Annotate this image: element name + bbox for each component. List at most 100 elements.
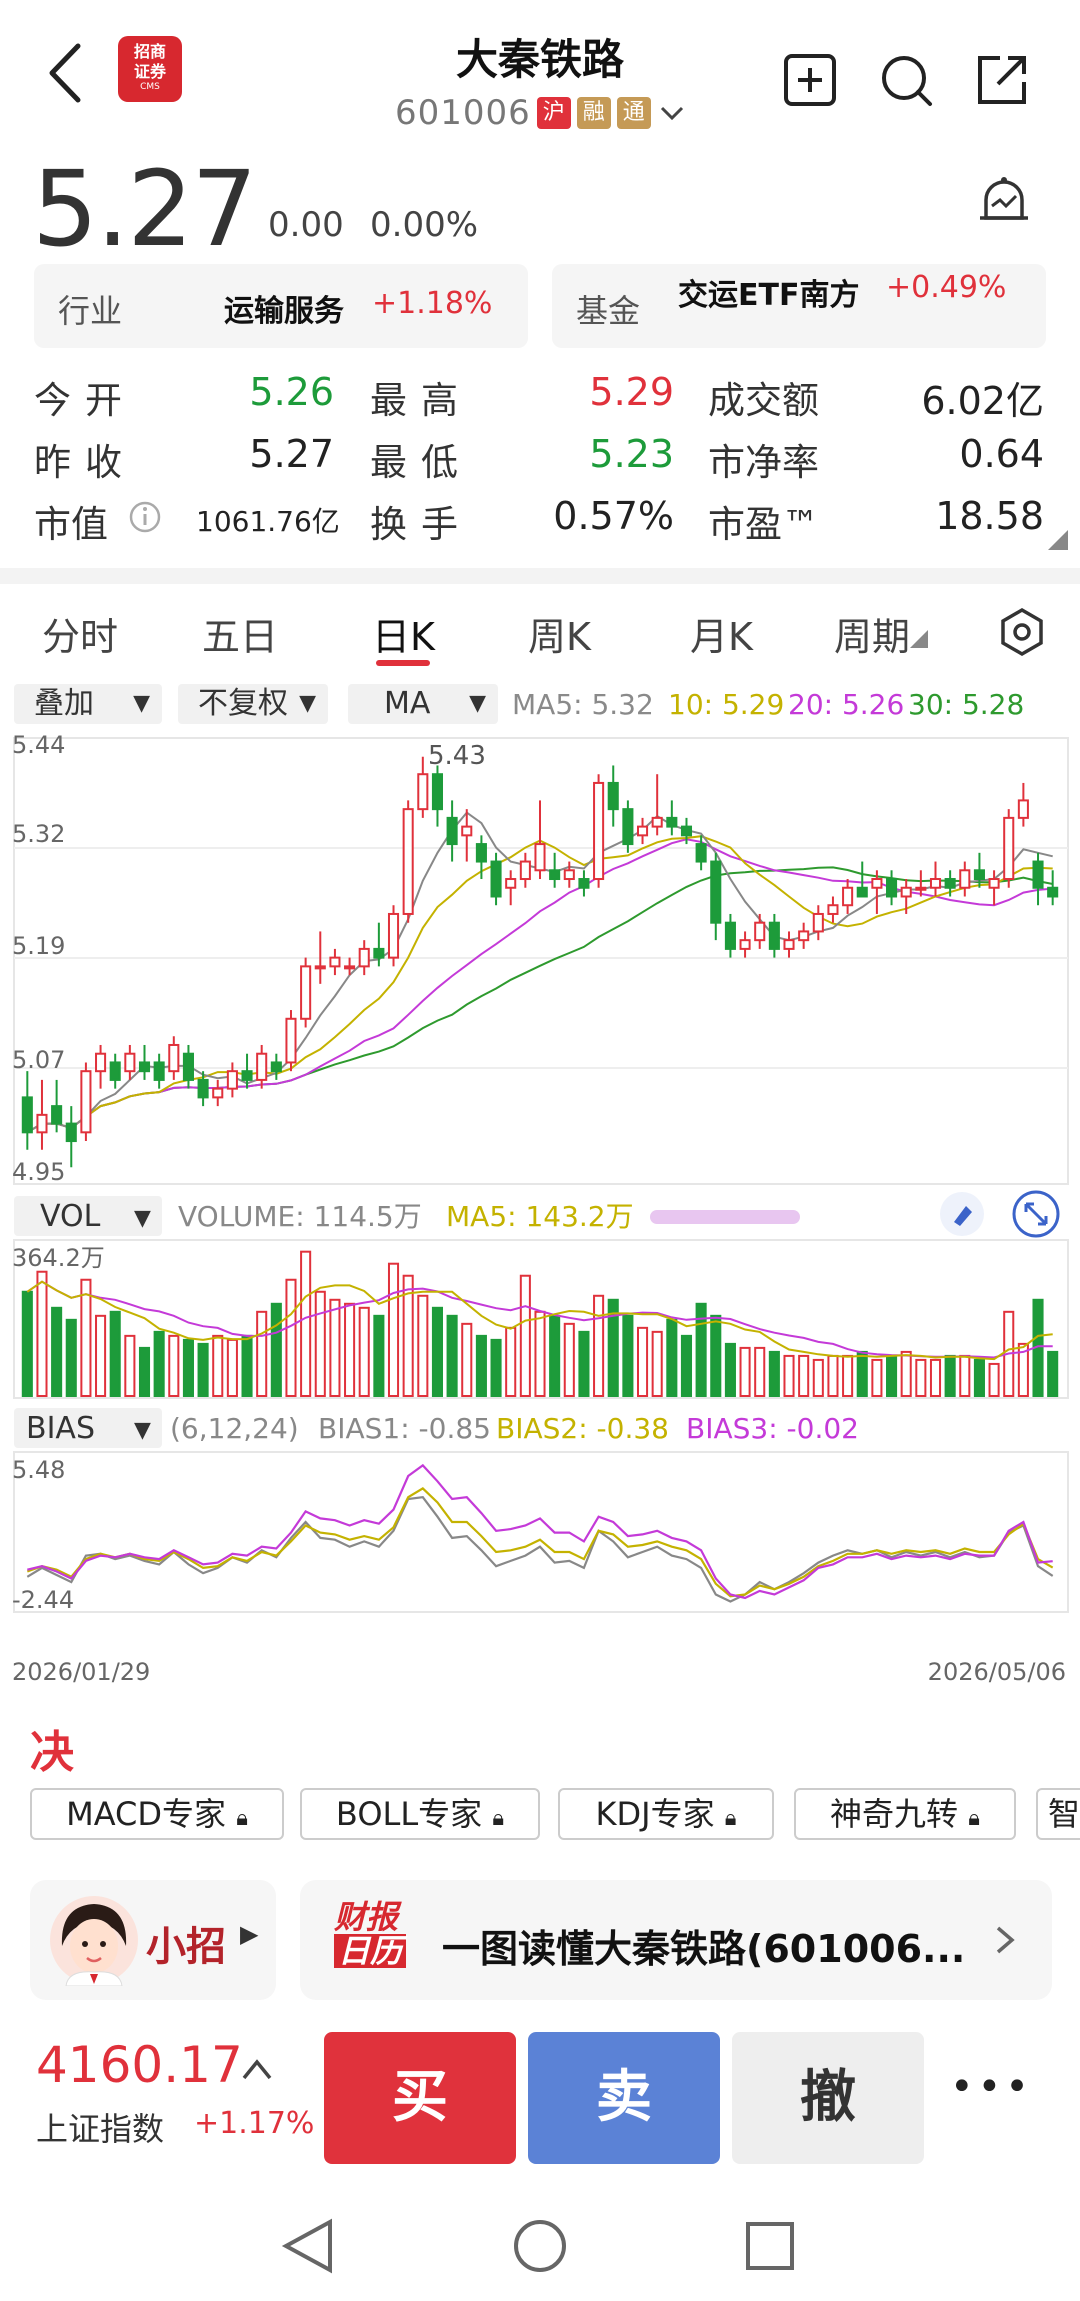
candle-body (431, 773, 444, 811)
tab-period[interactable]: 周期 (834, 606, 910, 661)
candle-body (622, 808, 634, 846)
divider (0, 568, 1080, 584)
candle-body (256, 1052, 268, 1081)
volume-bar (754, 1346, 766, 1398)
indicator-select[interactable]: MA ▼ (348, 684, 498, 724)
candle-body (446, 816, 458, 846)
search-icon[interactable] (874, 48, 938, 112)
tool-macd-label: MACD专家 (66, 1795, 227, 1833)
volume-bar (256, 1310, 268, 1398)
ma30-line (26, 866, 1053, 1134)
assistant-card[interactable]: 小招 ▶ (30, 1880, 276, 2000)
vol-ma5-readout: MA5: 143.2万 (446, 1200, 634, 1233)
candle-body (461, 825, 473, 837)
nav-home-icon[interactable] (514, 2220, 566, 2272)
add-watchlist-icon[interactable] (778, 48, 842, 112)
tab-daily-k[interactable]: 日K (372, 606, 435, 661)
buy-button[interactable]: 买 (324, 2032, 516, 2164)
fund-label: 基金 (576, 292, 641, 330)
volume-bar (51, 1306, 63, 1397)
volume-bar (109, 1310, 121, 1398)
adjust-select[interactable]: 不复权 ▼ (178, 684, 328, 724)
caret-down-icon: ▼ (469, 691, 486, 716)
nav-back-icon[interactable] (281, 2218, 332, 2274)
industry-pct: +1.18% (372, 286, 493, 321)
candle-body (1032, 860, 1044, 889)
candle-body (51, 1105, 63, 1125)
y-tick-1: 5.44 (12, 731, 65, 759)
industry-label: 行业 (58, 292, 123, 330)
volume-bar (197, 1342, 209, 1398)
tool-more-label: 智 (1048, 1795, 1080, 1833)
candle-body (680, 825, 693, 837)
share-icon[interactable] (970, 48, 1034, 112)
report-calendar-card[interactable]: 财报 日历 一图读懂大秦铁路(601006... (300, 1880, 1052, 2000)
tab-weekly-k[interactable]: 周K (528, 606, 591, 661)
mcap-value: 1061.76亿 (196, 505, 340, 538)
industry-card[interactable]: 行业 运输服务 +1.18% (34, 264, 528, 348)
stock-code-row[interactable]: 601006 沪 融 通 (395, 92, 687, 134)
tool-more[interactable]: 智 (1036, 1788, 1080, 1840)
price-alert-icon[interactable] (972, 172, 1036, 236)
candle-body (109, 1061, 121, 1081)
candle-body (373, 947, 385, 959)
lock-icon: 🔒︎ (236, 1806, 248, 1831)
volume-bar (285, 1278, 297, 1397)
candle-body (886, 878, 898, 898)
chevron-up-icon[interactable] (240, 2054, 274, 2084)
candle-body (929, 878, 942, 889)
more-button[interactable]: ••• (950, 2064, 1033, 2110)
candle-body (1003, 816, 1015, 881)
stock-code: 601006 (395, 93, 531, 133)
volume-bar (519, 1274, 531, 1397)
volume-bar (768, 1350, 780, 1397)
volume-bar (505, 1326, 517, 1398)
tool-td9[interactable]: 神奇九转 🔒︎ (794, 1788, 1016, 1840)
cancel-order-button[interactable]: 撤 (732, 2032, 924, 2164)
high-label: 最高 (370, 379, 472, 422)
tool-td9-label: 神奇九转 (830, 1795, 959, 1833)
tab-five-day[interactable]: 五日 (202, 606, 278, 661)
candle-body (593, 781, 605, 881)
vol-ma10-redacted (650, 1210, 800, 1224)
volume-bar (944, 1354, 956, 1397)
candle-body (636, 825, 649, 837)
overlay-select[interactable]: 叠加 ▼ (14, 684, 162, 724)
caret-down-icon: ▼ (133, 691, 150, 716)
volume-bar (95, 1314, 107, 1398)
adjust-label: 不复权 (198, 686, 288, 721)
assistant-avatar (50, 1896, 138, 1986)
tag-connect: 通 (616, 97, 651, 129)
chevron-down-icon[interactable] (657, 98, 687, 128)
volume-bar (153, 1330, 165, 1398)
volume-bar (739, 1346, 751, 1398)
tool-kdj[interactable]: KDJ专家 🔒︎ (558, 1788, 774, 1840)
candle-body (607, 781, 619, 811)
nav-recents-icon[interactable] (746, 2222, 794, 2270)
peak-label: 5.43 (428, 741, 486, 771)
tool-macd[interactable]: MACD专家 🔒︎ (30, 1788, 284, 1840)
date-start: 2026/01/29 (12, 1658, 150, 1686)
info-icon[interactable] (128, 500, 162, 534)
tab-monthly-k[interactable]: 月K (690, 606, 753, 661)
volume-bar (387, 1262, 400, 1397)
volume-bar (314, 1290, 326, 1397)
index-value[interactable]: 4160.17 (36, 2036, 243, 2094)
tab-intraday[interactable]: 分时 (42, 606, 118, 661)
open-value: 5.26 (249, 370, 334, 414)
candle-body (578, 878, 590, 889)
lock-icon: 🔒︎ (492, 1806, 505, 1831)
expand-corner-icon[interactable] (1048, 530, 1068, 550)
fund-card[interactable]: 基金 交运ETF南方 +0.49% (552, 264, 1046, 348)
sell-button[interactable]: 卖 (528, 2032, 720, 2164)
volume-bar (417, 1294, 429, 1397)
volume-bar (973, 1358, 985, 1397)
candle-body (197, 1078, 209, 1099)
bias3-readout: BIAS3: -0.02 (686, 1412, 859, 1445)
tool-boll[interactable]: BOLL专家 🔒︎ (300, 1788, 540, 1840)
chart-settings-icon[interactable] (996, 606, 1048, 658)
kline-chart[interactable]: 5.44 5.32 5.19 5.07 4.95 5.43 VOL ▼ VOLU… (0, 728, 1080, 1688)
volume-bar (900, 1350, 912, 1397)
volume-bar (798, 1354, 810, 1397)
volume-bar (373, 1314, 385, 1398)
